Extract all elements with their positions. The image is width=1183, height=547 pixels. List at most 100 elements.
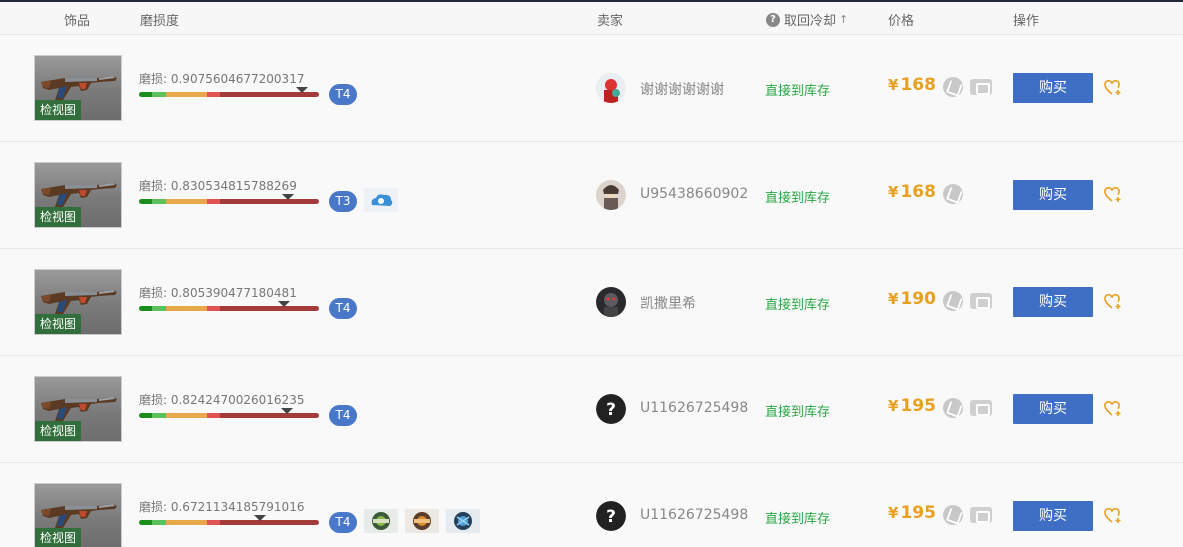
sticker-orange-emblem-icon[interactable]	[405, 509, 439, 533]
sticker-blue-emblem-icon[interactable]	[446, 509, 480, 533]
wear-segment-well-worn	[207, 92, 220, 97]
wear-segment-field-tested	[166, 413, 207, 418]
item-thumbnail[interactable]: 检视图	[34, 269, 122, 335]
price: ¥168	[888, 75, 936, 95]
inspect-label[interactable]: 检视图	[35, 528, 82, 547]
price: ¥195	[888, 396, 936, 416]
column-header-price[interactable]: 价格	[888, 10, 914, 29]
inspect-label[interactable]: 检视图	[35, 314, 82, 334]
currency-symbol: ¥	[888, 290, 899, 308]
wear-segment-well-worn	[207, 520, 220, 525]
wear-segment-battle-scarred	[220, 306, 319, 311]
alipay-icon	[943, 505, 963, 525]
currency-symbol: ¥	[888, 183, 899, 201]
delivery-status: 直接到库存	[765, 405, 831, 420]
wear-marker	[296, 87, 308, 93]
item-thumbnail[interactable]: 检视图	[34, 55, 122, 121]
wear-segment-battle-scarred	[220, 413, 319, 418]
buy-button[interactable]: 购买	[1013, 287, 1093, 317]
buy-button[interactable]: 购买	[1013, 394, 1093, 424]
ticket-icon	[970, 293, 992, 309]
wear-segment-well-worn	[207, 199, 220, 204]
price-value: 168	[900, 182, 936, 202]
listing-row: 检视图 磨损: 0.830534815788269 T3 U9543866090…	[0, 142, 1183, 249]
arrow-up-icon[interactable]: ↑	[839, 13, 848, 26]
wear-marker	[282, 194, 294, 200]
wear-bar	[139, 194, 319, 204]
listing-row: 检视图 磨损: 0.6721134185791016 T4 ? U1162672…	[0, 463, 1183, 547]
buy-button[interactable]: 购买	[1013, 73, 1093, 103]
seller-avatar[interactable]: ?	[596, 501, 626, 531]
table-header: 饰品 磨损度 卖家 ? 取回冷却 ↑ 价格 操作	[0, 2, 1183, 35]
currency-symbol: ¥	[888, 76, 899, 94]
tier-badge: T4	[329, 298, 357, 319]
wear-segment-minimal-wear	[152, 413, 166, 418]
column-header-cooldown-label: 取回冷却	[784, 14, 837, 29]
sticker-green-emblem-icon[interactable]	[364, 509, 398, 533]
seller-avatar[interactable]	[596, 180, 626, 210]
seller-name[interactable]: U11626725498	[640, 400, 748, 416]
alipay-icon	[943, 398, 963, 418]
alipay-icon	[943, 184, 963, 204]
wear-segment-field-tested	[166, 520, 207, 525]
wear-bar	[139, 87, 319, 97]
wear-bar	[139, 408, 319, 418]
seller-avatar[interactable]: ?	[596, 394, 626, 424]
sticker-cloud9-icon[interactable]	[364, 188, 398, 212]
wear-segment-factory-new	[139, 306, 152, 311]
wear-value-text: 磨损: 0.9075604677200317	[139, 72, 305, 86]
heart-plus-icon[interactable]	[1104, 79, 1122, 96]
listing-row: 检视图 磨损: 0.9075604677200317 T4 谢谢谢谢谢谢 直接到…	[0, 35, 1183, 142]
wear-segment-well-worn	[207, 306, 220, 311]
seller-avatar[interactable]	[596, 287, 626, 317]
price: ¥190	[888, 289, 936, 309]
wear-segment-field-tested	[166, 92, 207, 97]
item-thumbnail[interactable]: 检视图	[34, 376, 122, 442]
tier-badge: T4	[329, 512, 357, 533]
wear-segment-factory-new	[139, 520, 152, 525]
seller-avatar[interactable]	[596, 73, 626, 103]
tier-badge: T3	[329, 191, 357, 212]
wear-segment-minimal-wear	[152, 520, 166, 525]
wear-segment-factory-new	[139, 92, 152, 97]
wear-value-text: 磨损: 0.8242470026016235	[139, 393, 305, 407]
inspect-label[interactable]: 检视图	[35, 421, 82, 441]
wear-marker	[254, 515, 266, 521]
seller-name[interactable]: U11626725498	[640, 507, 748, 523]
buy-button[interactable]: 购买	[1013, 501, 1093, 531]
column-header-cooldown[interactable]: ? 取回冷却 ↑	[766, 10, 848, 29]
item-thumbnail[interactable]: 检视图	[34, 162, 122, 228]
wear-marker	[278, 301, 290, 307]
listing-row: 检视图 磨损: 0.8242470026016235 T4 ? U1162672…	[0, 356, 1183, 463]
ticket-icon	[970, 79, 992, 95]
question-circle-icon[interactable]: ?	[766, 12, 780, 27]
price-value: 168	[900, 75, 936, 95]
currency-symbol: ¥	[888, 504, 899, 522]
alipay-icon	[943, 291, 963, 311]
inspect-label[interactable]: 检视图	[35, 207, 82, 227]
heart-plus-icon[interactable]	[1104, 186, 1122, 203]
wear-segment-factory-new	[139, 199, 152, 204]
heart-plus-icon[interactable]	[1104, 507, 1122, 524]
inspect-label[interactable]: 检视图	[35, 100, 82, 120]
column-header-seller: 卖家	[597, 14, 624, 29]
seller-name[interactable]: 凯撒里希	[640, 293, 696, 313]
wear-segment-factory-new	[139, 413, 152, 418]
wear-bar	[139, 515, 319, 525]
item-thumbnail[interactable]: 检视图	[34, 483, 122, 547]
wear-segment-battle-scarred	[220, 199, 319, 204]
price-value: 190	[900, 289, 936, 309]
wear-segment-well-worn	[207, 413, 220, 418]
tier-badge: T4	[329, 405, 357, 426]
heart-plus-icon[interactable]	[1104, 293, 1122, 310]
heart-plus-icon[interactable]	[1104, 400, 1122, 417]
price: ¥168	[888, 182, 936, 202]
seller-name[interactable]: U95438660902	[640, 186, 748, 202]
wear-bar	[139, 301, 319, 311]
wear-segment-field-tested	[166, 306, 207, 311]
seller-name[interactable]: 谢谢谢谢谢谢	[640, 79, 724, 99]
wear-segment-field-tested	[166, 199, 207, 204]
column-header-wear[interactable]: 磨损度	[140, 10, 179, 29]
buy-button[interactable]: 购买	[1013, 180, 1093, 210]
delivery-status: 直接到库存	[765, 84, 831, 99]
